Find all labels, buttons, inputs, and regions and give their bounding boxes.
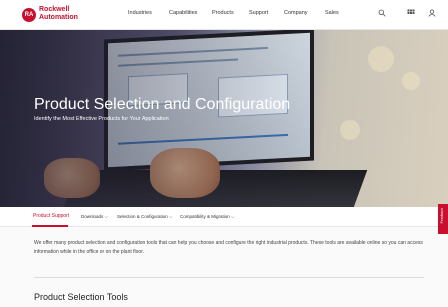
nav-item-support[interactable]: Support xyxy=(249,10,268,16)
logo-name-line2: Automation xyxy=(39,14,78,21)
subnav-compatibility-migration[interactable]: Compatibility & Migration ⌵ xyxy=(180,214,234,219)
sub-navigation: Product Support Downloads ⌵ Selection & … xyxy=(0,207,448,227)
section-divider xyxy=(34,277,424,278)
search-icon[interactable] xyxy=(377,9,387,19)
feedback-label: Feedback xyxy=(440,208,444,224)
page-title: Product Selection and Configuration xyxy=(34,96,291,113)
feedback-tab[interactable]: Feedback xyxy=(438,204,448,234)
rockwell-logo[interactable]: RA Rockwell Automation xyxy=(22,6,92,24)
subnav-downloads-label: Downloads xyxy=(81,214,104,219)
chevron-down-icon: ⌵ xyxy=(169,214,173,219)
chevron-down-icon: ⌵ xyxy=(231,214,235,219)
subnav-selection-configuration[interactable]: Selection & Configuration ⌵ xyxy=(117,214,172,219)
logo-mark: RA xyxy=(22,8,36,22)
subnav-product-support[interactable]: Product Support xyxy=(33,213,69,219)
grid-icon[interactable] xyxy=(406,9,416,19)
nav-item-company[interactable]: Company xyxy=(284,10,308,16)
nav-item-capabilities[interactable]: Capabilities xyxy=(169,10,197,16)
logo-text: Rockwell Automation xyxy=(39,6,78,22)
subnav-compatibility-label: Compatibility & Migration xyxy=(180,214,230,219)
page-subtitle: Identify the Most Effective Products for… xyxy=(34,116,169,122)
hero-banner: Product Selection and Configuration Iden… xyxy=(0,30,448,207)
site-header: RA Rockwell Automation Industries Capabi… xyxy=(0,0,448,30)
active-tab-indicator xyxy=(32,225,68,227)
nav-item-sales[interactable]: Sales xyxy=(325,10,339,16)
intro-section: We offer many product selection and conf… xyxy=(34,239,424,257)
section-heading: Product Selection Tools xyxy=(34,292,128,302)
nav-item-industries[interactable]: Industries xyxy=(128,10,152,16)
intro-text: We offer many product selection and conf… xyxy=(34,240,423,255)
chevron-down-icon: ⌵ xyxy=(104,214,108,219)
subnav-downloads[interactable]: Downloads ⌵ xyxy=(81,214,108,219)
subnav-selection-label: Selection & Configuration xyxy=(117,214,168,219)
nav-item-products[interactable]: Products xyxy=(212,10,234,16)
user-icon[interactable] xyxy=(427,9,437,19)
logo-name-line1: Rockwell xyxy=(39,6,70,13)
